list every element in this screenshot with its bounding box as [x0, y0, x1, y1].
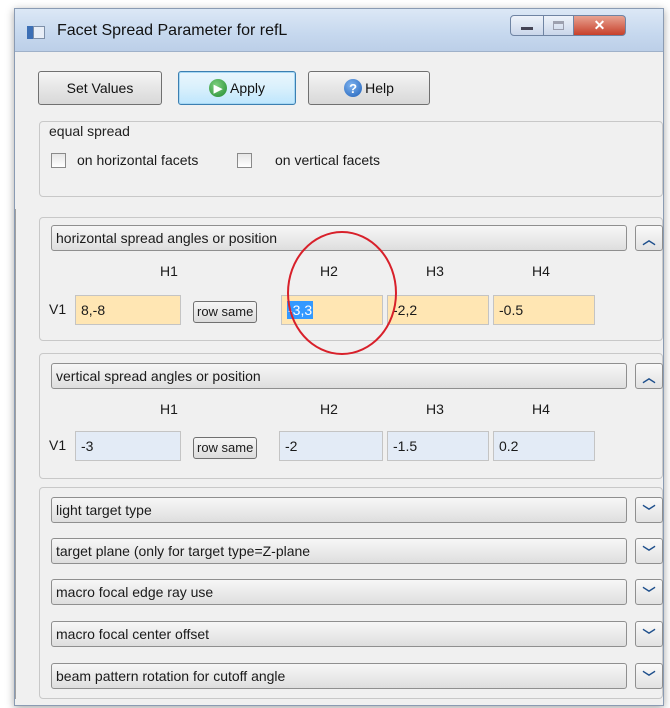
- set-values-button[interactable]: Set Values: [38, 71, 162, 105]
- macro-focal-center-offset-header[interactable]: macro focal center offset: [51, 621, 627, 647]
- maximize-icon: [553, 21, 564, 30]
- h-spread-h1-value: 8,-8: [81, 302, 106, 318]
- h-spread-h3-value: -2,2: [393, 302, 418, 318]
- column-header-h2: H2: [320, 401, 338, 417]
- app-icon: [27, 26, 45, 39]
- h-spread-h4-value: -0.5: [499, 302, 524, 318]
- v-spread-h4-input[interactable]: 0.2: [493, 431, 595, 461]
- close-icon: ✕: [593, 17, 606, 33]
- target-plane-header[interactable]: target plane (only for target type=Z-pla…: [51, 538, 627, 564]
- v-spread-h4-value: 0.2: [499, 438, 519, 454]
- column-header-h3: H3: [426, 263, 444, 279]
- green-arrow-icon: ▶: [208, 79, 227, 97]
- chevron-down-icon[interactable]: ﹀: [635, 621, 663, 647]
- column-header-h1: H1: [160, 263, 178, 279]
- vertical-facets-checkbox[interactable]: [237, 153, 252, 168]
- h-spread-h1-input[interactable]: 8,-8: [75, 295, 181, 325]
- light-target-type-header[interactable]: light target type: [51, 497, 627, 523]
- help-label: Help: [365, 80, 394, 96]
- minimize-button[interactable]: [510, 15, 544, 36]
- window-title: Facet Spread Parameter for refL: [57, 22, 288, 39]
- h-spread-h4-input[interactable]: -0.5: [493, 295, 595, 325]
- vertical-facets-label: on vertical facets: [275, 152, 381, 168]
- v-spread-h3-value: -1.5: [393, 438, 418, 454]
- chevron-down-icon[interactable]: ﹀: [635, 663, 663, 689]
- chevron-down-icon[interactable]: ﹀: [635, 579, 663, 605]
- v-spread-h1-value: -3: [81, 438, 94, 454]
- macro-focal-edge-ray-header[interactable]: macro focal edge ray use: [51, 579, 627, 605]
- beam-pattern-rotation-header[interactable]: beam pattern rotation for cutoff angle: [51, 663, 627, 689]
- vertical-section-header[interactable]: vertical spread angles or position: [51, 363, 627, 389]
- column-header-h4: H4: [532, 401, 550, 417]
- v-spread-h3-input[interactable]: -1.5: [387, 431, 489, 461]
- annotation-circle: [287, 231, 397, 355]
- help-button[interactable]: ? Help: [308, 71, 430, 105]
- horizontal-facets-checkbox[interactable]: [51, 153, 66, 168]
- set-values-label: Set Values: [66, 80, 134, 96]
- apply-button[interactable]: ▶ Apply: [178, 71, 296, 105]
- v-spread-h2-value: -2: [285, 438, 298, 454]
- left-separator: [15, 209, 16, 699]
- v-spread-h2-input[interactable]: -2: [279, 431, 383, 461]
- column-header-h4: H4: [532, 263, 550, 279]
- chevron-down-icon[interactable]: ﹀: [635, 497, 663, 523]
- chevron-down-icon[interactable]: ﹀: [635, 538, 663, 564]
- minimize-icon: [521, 27, 533, 30]
- close-button[interactable]: ✕: [574, 15, 626, 36]
- v-spread-h1-input[interactable]: -3: [75, 431, 181, 461]
- maximize-button[interactable]: [544, 15, 574, 36]
- chevron-up-icon[interactable]: ︿: [635, 363, 663, 389]
- row-label-v1: V1: [49, 437, 67, 453]
- window-controls: ✕: [510, 15, 626, 37]
- row-same-button[interactable]: row same: [193, 437, 258, 459]
- question-mark-icon: ?: [344, 79, 363, 97]
- h-spread-h3-input[interactable]: -2,2: [387, 295, 489, 325]
- title-bar: Facet Spread Parameter for refL ✕: [15, 9, 663, 52]
- column-header-h1: H1: [160, 401, 178, 417]
- row-label-v1: V1: [49, 301, 67, 317]
- column-header-h3: H3: [426, 401, 444, 417]
- row-same-button[interactable]: row same: [193, 301, 258, 323]
- horizontal-facets-label: on horizontal facets: [77, 152, 199, 168]
- equal-spread-label: equal spread: [49, 123, 130, 139]
- dialog-window: Facet Spread Parameter for refL ✕ Set Va…: [14, 8, 664, 706]
- chevron-up-icon[interactable]: ︿: [635, 225, 663, 251]
- apply-label: Apply: [229, 80, 266, 96]
